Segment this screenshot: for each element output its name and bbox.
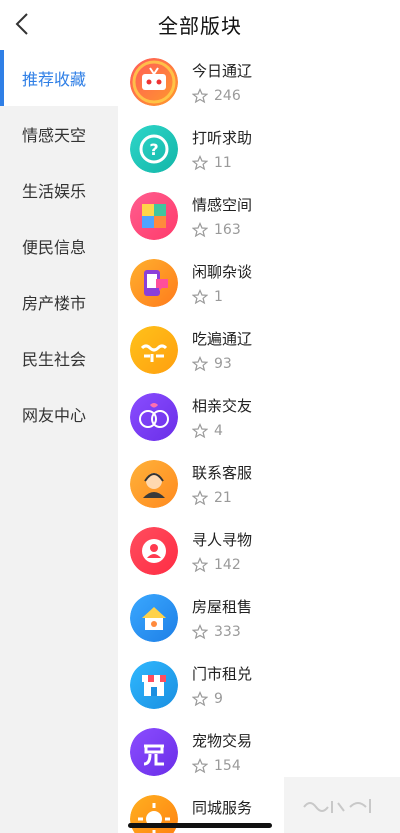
sidebar-item-society[interactable]: 民生社会 bbox=[0, 330, 118, 386]
header-bar: 全部版块 bbox=[0, 0, 400, 50]
sidebar-item-favorites[interactable]: 推荐收藏 bbox=[0, 50, 118, 106]
person-search-icon bbox=[130, 527, 178, 575]
star-outline-icon bbox=[192, 691, 208, 707]
sidebar-item-label: 便民信息 bbox=[22, 238, 87, 257]
forum-meta: 9 bbox=[192, 691, 223, 707]
list-item[interactable]: 门市租兑 9 bbox=[118, 653, 400, 720]
forum-name: 同城服务 bbox=[192, 799, 253, 817]
storefront-icon bbox=[130, 661, 178, 709]
list-item[interactable]: 寻人寻物 142 bbox=[118, 519, 400, 586]
forum-meta: 163 bbox=[192, 222, 241, 238]
forum-name: 宠物交易 bbox=[192, 732, 253, 750]
pet-text-icon bbox=[130, 728, 178, 776]
star-outline-icon bbox=[192, 624, 208, 640]
forum-list: 今日通辽 246 ? 打听求助 11 情感空间 163 闲聊杂谈 1 吃遍通辽 … bbox=[118, 50, 400, 833]
list-item[interactable]: 吃遍通辽 93 bbox=[118, 318, 400, 385]
star-outline-icon bbox=[192, 490, 208, 506]
forum-name: 相亲交友 bbox=[192, 397, 253, 415]
star-outline-icon bbox=[192, 289, 208, 305]
forum-meta: 1 bbox=[192, 289, 223, 305]
forum-meta: 246 bbox=[192, 88, 241, 104]
star-outline-icon bbox=[192, 356, 208, 372]
list-item[interactable]: 房屋租售 333 bbox=[118, 586, 400, 653]
page-title: 全部版块 bbox=[158, 14, 242, 38]
forum-meta: 333 bbox=[192, 624, 241, 640]
favorite-count: 93 bbox=[214, 356, 232, 372]
customer-service-icon bbox=[130, 460, 178, 508]
house-key-icon bbox=[130, 594, 178, 642]
favorite-count: 154 bbox=[214, 758, 241, 774]
forum-meta: 93 bbox=[192, 356, 232, 372]
sidebar-item-life[interactable]: 生活娱乐 bbox=[0, 162, 118, 218]
list-item[interactable]: 情感空间 163 bbox=[118, 184, 400, 251]
sidebar-item-label: 民生社会 bbox=[22, 350, 87, 369]
puzzle-icon bbox=[130, 192, 178, 240]
favorite-count: 163 bbox=[214, 222, 241, 238]
list-item[interactable]: ? 打听求助 11 bbox=[118, 117, 400, 184]
forum-name: 今日通辽 bbox=[192, 62, 253, 80]
favorite-count: 4 bbox=[214, 423, 223, 439]
favorite-count: 142 bbox=[214, 557, 241, 573]
watermark-logo bbox=[303, 799, 371, 813]
forum-name: 情感空间 bbox=[192, 196, 253, 214]
forum-meta: 11 bbox=[192, 155, 232, 171]
watermark bbox=[284, 777, 400, 833]
star-outline-icon bbox=[192, 557, 208, 573]
star-outline-icon bbox=[192, 423, 208, 439]
sidebar-item-label: 情感天空 bbox=[22, 126, 87, 145]
food-text-icon bbox=[130, 326, 178, 374]
favorite-count: 333 bbox=[214, 624, 241, 640]
favorite-count: 21 bbox=[214, 490, 232, 506]
chat-phone-icon bbox=[130, 259, 178, 307]
star-outline-icon bbox=[192, 758, 208, 774]
sidebar-item-info[interactable]: 便民信息 bbox=[0, 218, 118, 274]
favorite-count: 11 bbox=[214, 155, 232, 171]
list-item[interactable]: 联系客服 21 bbox=[118, 452, 400, 519]
category-sidebar: 推荐收藏 情感天空 生活娱乐 便民信息 房产楼市 民生社会 网友中心 bbox=[0, 50, 118, 833]
svg-text:?: ? bbox=[149, 140, 158, 159]
forum-meta: 142 bbox=[192, 557, 241, 573]
forum-name: 打听求助 bbox=[192, 129, 253, 147]
star-outline-icon bbox=[192, 222, 208, 238]
forum-name: 吃遍通辽 bbox=[192, 330, 253, 348]
forum-meta: 21 bbox=[192, 490, 232, 506]
star-outline-icon bbox=[192, 155, 208, 171]
forum-name: 房屋租售 bbox=[192, 598, 253, 616]
sidebar-item-label: 推荐收藏 bbox=[22, 70, 87, 89]
forum-meta: 154 bbox=[192, 758, 241, 774]
sidebar-item-user-center[interactable]: 网友中心 bbox=[0, 386, 118, 442]
forum-meta: 4 bbox=[192, 423, 223, 439]
sidebar-item-label: 网友中心 bbox=[22, 406, 87, 425]
sidebar-item-realestate[interactable]: 房产楼市 bbox=[0, 274, 118, 330]
list-item[interactable]: 相亲交友 4 bbox=[118, 385, 400, 452]
forum-name: 寻人寻物 bbox=[192, 531, 253, 549]
star-outline-icon bbox=[192, 88, 208, 104]
question-icon: ? bbox=[130, 125, 178, 173]
list-item[interactable]: 闲聊杂谈 1 bbox=[118, 251, 400, 318]
favorite-count: 9 bbox=[214, 691, 223, 707]
forum-name: 闲聊杂谈 bbox=[192, 263, 253, 281]
favorite-count: 1 bbox=[214, 289, 223, 305]
sidebar-item-label: 房产楼市 bbox=[22, 294, 87, 313]
robot-tv-icon bbox=[130, 58, 178, 106]
favorite-count: 246 bbox=[214, 88, 241, 104]
forum-name: 门市租兑 bbox=[192, 665, 253, 683]
sidebar-item-label: 生活娱乐 bbox=[22, 182, 87, 201]
couple-faces-icon bbox=[130, 393, 178, 441]
list-item[interactable]: 今日通辽 246 bbox=[118, 50, 400, 117]
forum-name: 联系客服 bbox=[192, 464, 253, 482]
home-indicator bbox=[128, 823, 272, 828]
sidebar-item-emotion[interactable]: 情感天空 bbox=[0, 106, 118, 162]
